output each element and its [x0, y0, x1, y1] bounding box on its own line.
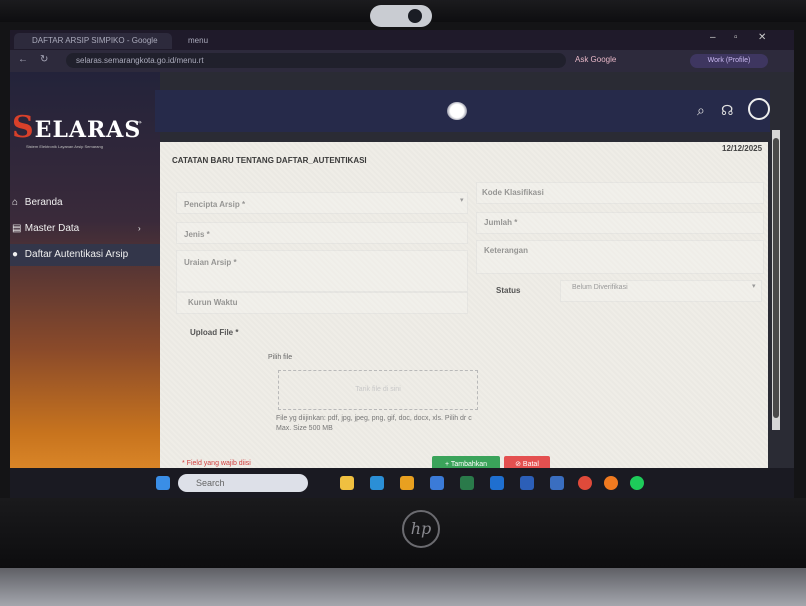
chrome-icon[interactable] — [578, 476, 592, 490]
minimize-icon[interactable]: – — [710, 32, 716, 43]
jumlah-field[interactable] — [476, 212, 764, 234]
app-logo: SELARAS — [12, 110, 141, 145]
sidebar-item-daftar-autentikasi[interactable]: ● Daftar Autentikasi Arsip — [10, 244, 160, 266]
taskbar-search-text: Search — [196, 478, 225, 488]
required-note: * Field yang wajib diisi — [182, 460, 251, 467]
home-icon: ⌂ — [12, 197, 19, 208]
hp-logo: hp — [402, 510, 440, 548]
kurun-field[interactable] — [176, 292, 468, 314]
screen-glare — [447, 102, 467, 120]
keterangan-textarea[interactable] — [476, 240, 764, 274]
sidebar-item-label: Master Data — [24, 223, 80, 234]
app-header: ⌕ ☊ — [155, 90, 770, 132]
brand-text: hp — [410, 519, 432, 538]
taskbar-search[interactable]: Search — [178, 474, 308, 492]
uraian-textarea[interactable] — [176, 250, 468, 292]
status-label: Status — [496, 286, 521, 295]
app-icon[interactable] — [460, 476, 474, 490]
bell-icon[interactable]: ☊ — [721, 102, 733, 119]
tab-title: DAFTAR ARSIP SIMPIKO - Google — [32, 36, 158, 45]
user-avatar[interactable] — [748, 98, 770, 120]
file-explorer-icon[interactable] — [340, 476, 354, 490]
dropzone-text: Tarik file di sini — [355, 386, 401, 393]
kode-field[interactable] — [476, 182, 764, 204]
chevron-down-icon: ▾ — [460, 197, 464, 204]
store-icon[interactable] — [550, 476, 564, 490]
close-icon[interactable]: ✕ — [758, 32, 766, 43]
ask-google-label: Ask Google — [575, 55, 617, 64]
folder-icon[interactable] — [400, 476, 414, 490]
sidebar-item-beranda[interactable]: ⌂ Beranda — [10, 192, 160, 214]
browser-tab-active[interactable]: DAFTAR ARSIP SIMPIKO - Google — [14, 33, 172, 49]
plus-icon: + — [444, 461, 450, 468]
logo-initial: S — [12, 110, 35, 145]
choose-file-button[interactable]: Pilih file — [268, 354, 292, 361]
cancel-button-label: Batal — [522, 461, 539, 468]
logo-subtitle: Sistem Elektronik Layanan Arsip Semarang — [26, 144, 103, 149]
database-icon: ▤ — [12, 223, 22, 234]
mail-icon[interactable] — [430, 476, 444, 490]
add-button-label: Tambahkan — [450, 461, 488, 468]
content-scrollbar[interactable] — [772, 130, 780, 430]
profile-chip[interactable]: Work (Profile) — [690, 54, 768, 68]
logo-text: ELARAS — [34, 117, 142, 143]
page-title: CATATAN BARU TENTANG DAFTAR_AUTENTIKASI — [172, 156, 367, 165]
sidebar: SELARAS Sistem Elektronik Layanan Arsip … — [10, 72, 160, 498]
laptop-bezel-bottom: hp — [0, 498, 806, 568]
ask-google-button[interactable]: Ask Google — [575, 55, 616, 64]
webcam-cover — [370, 5, 432, 27]
edge-icon[interactable] — [370, 476, 384, 490]
file-hint: File yg diijinkan: pdf, jpg, jpeg, png, … — [276, 415, 472, 432]
url-field[interactable]: selaras.semarangkota.go.id/menu.rt — [66, 53, 566, 68]
search-icon[interactable]: ⌕ — [697, 102, 705, 119]
sidebar-toggle-icon[interactable]: ⇔ — [132, 114, 144, 128]
laptop-keyboard-deck — [0, 568, 806, 606]
cancel-icon: ⊘ — [515, 461, 521, 468]
browser-tab-strip: DAFTAR ARSIP SIMPIKO - Google menu – ▫ ✕ — [10, 30, 794, 50]
firefox-icon[interactable] — [604, 476, 618, 490]
upload-label: Upload File * — [190, 328, 239, 337]
profile-label: Work (Profile) — [707, 57, 751, 64]
browser-tab-menu[interactable]: menu — [170, 33, 328, 49]
start-icon[interactable] — [156, 476, 170, 490]
address-bar-row: ← ↻ selaras.semarangkota.go.id/menu.rt A… — [10, 50, 794, 72]
sidebar-item-label: Daftar Autentikasi Arsip — [24, 249, 129, 260]
maximize-icon[interactable]: ▫ — [734, 32, 738, 43]
status-select-value: Belum Diverifikasi — [572, 284, 628, 291]
reload-icon[interactable]: ↻ — [40, 54, 48, 65]
pencipta-select[interactable] — [176, 192, 468, 214]
url-text: selaras.semarangkota.go.id/menu.rt — [76, 56, 204, 65]
circle-icon: ● — [12, 249, 19, 260]
spotify-icon[interactable] — [630, 476, 644, 490]
jenis-field[interactable] — [176, 222, 468, 244]
chevron-down-icon: ▾ — [752, 283, 756, 290]
word-icon[interactable] — [490, 476, 504, 490]
chevron-right-icon: › — [138, 224, 141, 233]
back-icon[interactable]: ← — [18, 54, 28, 65]
laptop-bezel-top — [0, 0, 806, 27]
sidebar-item-master-data[interactable]: ▤ Master Data › — [10, 218, 160, 240]
form-date: 12/12/2025 — [722, 144, 763, 153]
app-icon[interactable] — [520, 476, 534, 490]
form-card: 12/12/2025 CATATAN BARU TENTANG DAFTAR_A… — [160, 142, 768, 474]
laptop-screen: DAFTAR ARSIP SIMPIKO - Google menu – ▫ ✕… — [10, 30, 794, 498]
tab-title: menu — [188, 36, 209, 45]
sidebar-item-label: Beranda — [24, 197, 63, 208]
os-taskbar: Search — [10, 468, 794, 498]
file-dropzone[interactable]: Tarik file di sini — [278, 370, 478, 410]
